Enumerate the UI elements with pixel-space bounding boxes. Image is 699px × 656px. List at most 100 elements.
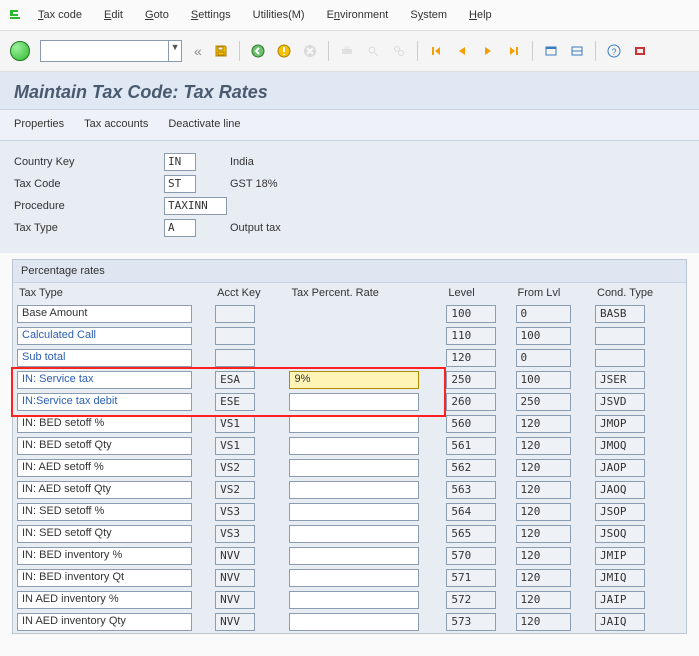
cell-cond-type: JMOQ: [595, 437, 645, 455]
table-row[interactable]: IN: BED inventory QtNVV571120JMIQ: [13, 567, 686, 589]
cell-tax-type[interactable]: Calculated Call: [17, 327, 192, 345]
table-row[interactable]: Calculated Call110100: [13, 325, 686, 347]
cell-from-level: 250: [516, 393, 571, 411]
table-row[interactable]: IN: SED setoff QtyVS3565120JSOQ: [13, 523, 686, 545]
cell-tax-type[interactable]: IN: Service tax: [17, 371, 192, 389]
table-row[interactable]: IN AED inventory QtyNVV573120JAIQ: [13, 611, 686, 633]
last-page-button[interactable]: [503, 40, 525, 62]
cell-from-level: 120: [516, 525, 571, 543]
cell-acct-key: NVV: [215, 613, 255, 631]
table-row[interactable]: Sub total1200: [13, 347, 686, 369]
cell-tax-rate[interactable]: [289, 569, 419, 587]
cell-from-level: 120: [516, 547, 571, 565]
col-from-lvl[interactable]: From Lvl: [512, 283, 591, 303]
menu-environment[interactable]: Environment: [317, 7, 399, 23]
action-properties[interactable]: Properties: [14, 118, 64, 130]
col-cond-type[interactable]: Cond. Type: [591, 283, 686, 303]
toolbar-collapse-icon[interactable]: «: [190, 43, 206, 59]
col-acct-key[interactable]: Acct Key: [211, 283, 285, 303]
action-tax-accounts[interactable]: Tax accounts: [84, 118, 148, 130]
cell-tax-rate[interactable]: [289, 547, 419, 565]
cell-tax-rate[interactable]: [289, 525, 419, 543]
cell-tax-rate[interactable]: [289, 613, 419, 631]
table-row[interactable]: IN: SED setoff %VS3564120JSOP: [13, 501, 686, 523]
cell-acct-key: ESE: [215, 393, 255, 411]
field-tax-code[interactable]: ST: [164, 175, 196, 193]
exit-button[interactable]: [273, 40, 295, 62]
help-button[interactable]: ?: [603, 40, 625, 62]
table-row[interactable]: IN AED inventory %NVV572120JAIP: [13, 589, 686, 611]
menu-edit[interactable]: Edit: [94, 7, 133, 23]
enter-button[interactable]: [10, 41, 30, 61]
table-row[interactable]: IN: BED setoff QtyVS1561120JMOQ: [13, 435, 686, 457]
table-row[interactable]: Base Amount1000BASB: [13, 303, 686, 325]
cell-tax-rate[interactable]: [289, 459, 419, 477]
new-session-button[interactable]: [540, 40, 562, 62]
save-button[interactable]: [210, 40, 232, 62]
table-row[interactable]: IN: BED inventory %NVV570120JMIP: [13, 545, 686, 567]
cell-level: 562: [446, 459, 496, 477]
next-page-button[interactable]: [477, 40, 499, 62]
prev-page-button[interactable]: [451, 40, 473, 62]
col-level[interactable]: Level: [442, 283, 511, 303]
cell-level: 572: [446, 591, 496, 609]
label-country-key: Country Key: [14, 156, 164, 168]
table-row[interactable]: IN: Service taxESA9%250100JSER: [13, 369, 686, 391]
menu-tax-code[interactable]: Tax code: [28, 7, 92, 23]
cell-acct-key: VS3: [215, 503, 255, 521]
cell-tax-rate[interactable]: 9%: [289, 371, 419, 389]
action-deactivate-line[interactable]: Deactivate line: [168, 118, 240, 130]
cell-level: 100: [446, 305, 496, 323]
cell-acct-key: ESA: [215, 371, 255, 389]
menu-utilities[interactable]: Utilities(M): [243, 7, 315, 23]
application-toolbar: Properties Tax accounts Deactivate line: [0, 110, 699, 141]
title-area: Maintain Tax Code: Tax Rates: [0, 72, 699, 110]
first-page-button[interactable]: [425, 40, 447, 62]
cell-from-level: 120: [516, 481, 571, 499]
col-rate[interactable]: Tax Percent. Rate: [285, 283, 442, 303]
cell-tax-rate[interactable]: [289, 591, 419, 609]
command-field[interactable]: ▼: [40, 40, 182, 62]
cell-tax-rate[interactable]: [289, 481, 419, 499]
cell-from-level: 0: [516, 349, 571, 367]
command-field-icon[interactable]: [6, 7, 22, 23]
table-row[interactable]: IN: AED setoff %VS2562120JAOP: [13, 457, 686, 479]
table-title: Percentage rates: [13, 260, 686, 283]
table-row[interactable]: IN: BED setoff %VS1560120JMOP: [13, 413, 686, 435]
field-procedure[interactable]: TAXINN: [164, 197, 227, 215]
chevron-down-icon[interactable]: ▼: [168, 41, 181, 62]
customize-button[interactable]: [629, 40, 651, 62]
cell-acct-key: NVV: [215, 569, 255, 587]
menu-goto[interactable]: Goto: [135, 7, 179, 23]
menu-system[interactable]: System: [400, 7, 457, 23]
cell-tax-rate[interactable]: [289, 437, 419, 455]
back-button[interactable]: [247, 40, 269, 62]
layout-button[interactable]: [566, 40, 588, 62]
cell-tax-type: Base Amount: [17, 305, 192, 323]
field-country-key[interactable]: IN: [164, 153, 196, 171]
cell-tax-type[interactable]: Sub total: [17, 349, 192, 367]
field-tax-type[interactable]: A: [164, 219, 196, 237]
cell-level: 571: [446, 569, 496, 587]
cell-tax-rate[interactable]: [289, 393, 419, 411]
cell-tax-type: IN: BED setoff Qty: [17, 437, 192, 455]
cell-acct-key: NVV: [215, 591, 255, 609]
table-row[interactable]: IN:Service tax debitESE260250JSVD: [13, 391, 686, 413]
cell-cond-type: JAIP: [595, 591, 645, 609]
cell-level: 564: [446, 503, 496, 521]
desc-tax-type: Output tax: [230, 222, 281, 234]
cell-tax-type: IN: BED inventory Qt: [17, 569, 192, 587]
header-fields: Country Key IN India Tax Code ST GST 18%…: [0, 141, 699, 253]
cell-tax-rate[interactable]: [289, 415, 419, 433]
table-row[interactable]: IN: AED setoff QtyVS2563120JAOQ: [13, 479, 686, 501]
cell-from-level: 120: [516, 613, 571, 631]
cell-tax-type[interactable]: IN:Service tax debit: [17, 393, 192, 411]
label-tax-code: Tax Code: [14, 178, 164, 190]
cell-tax-rate[interactable]: [289, 503, 419, 521]
menu-settings[interactable]: Settings: [181, 7, 241, 23]
print-button: [336, 40, 358, 62]
menu-help[interactable]: Help: [459, 7, 502, 23]
cell-acct-key: VS3: [215, 525, 255, 543]
cancel-button: [299, 40, 321, 62]
col-tax-type[interactable]: Tax Type: [13, 283, 211, 303]
